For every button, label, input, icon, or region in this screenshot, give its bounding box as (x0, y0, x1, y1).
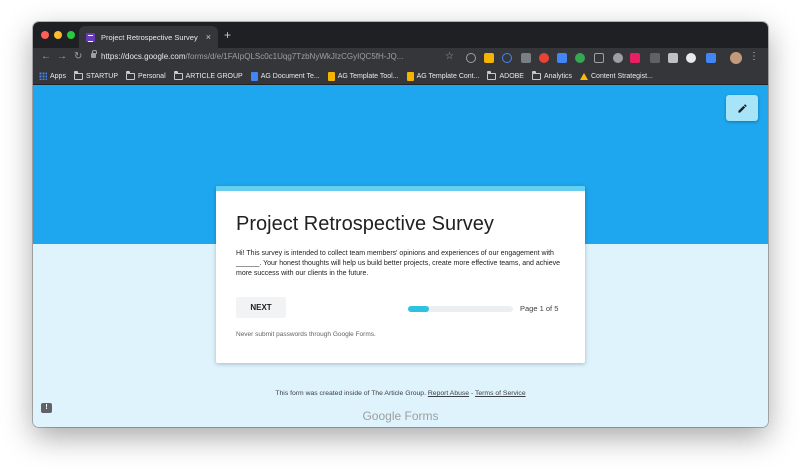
brand-google: Google (362, 409, 402, 423)
tab-strip: Project Retrospective Survey × + (33, 22, 768, 48)
pocket-extension-icon[interactable] (466, 53, 476, 63)
back-button[interactable]: ← (41, 51, 51, 62)
bookmark-analytics[interactable]: Analytics (531, 70, 572, 80)
form-footer: This form was created inside of The Arti… (33, 390, 768, 397)
google-slides-icon (406, 71, 414, 81)
url-path: /forms/d/e/1FAIpQLSc0c1Uqg7TzbNyWkJIzCGy… (185, 52, 404, 61)
browser-tab[interactable]: Project Retrospective Survey × (79, 26, 218, 48)
window-controls (41, 31, 75, 39)
tab-close-icon[interactable]: × (206, 32, 211, 42)
form-card: Project Retrospective Survey Hi! This su… (216, 186, 585, 363)
extension-icon[interactable] (575, 53, 585, 63)
terms-of-service-link[interactable]: Terms of Service (475, 390, 526, 397)
bookmark-label: ARTICLE GROUP (185, 72, 243, 80)
google-docs-icon (250, 71, 258, 81)
bookmark-ag-template-tool[interactable]: AG Template Tool... (327, 71, 399, 81)
google-slides-icon (327, 71, 335, 81)
apps-grid-icon (39, 72, 47, 80)
extension-icon[interactable] (630, 53, 640, 63)
bookmark-adobe[interactable]: ADOBE (487, 70, 524, 80)
form-page: Project Retrospective Survey Hi! This su… (33, 85, 768, 427)
edit-form-button[interactable] (726, 95, 758, 121)
lock-icon (91, 50, 97, 58)
bookmark-label: Analytics (543, 72, 572, 80)
bookmark-label: ADOBE (499, 72, 524, 80)
browser-toolbar: ← → ↻ https://docs.google.com/forms/d/e/… (33, 48, 768, 68)
folder-icon (531, 70, 541, 80)
extension-icon[interactable] (594, 53, 604, 63)
bookmark-label: STARTUP (85, 72, 118, 80)
form-description: Hi! This survey is intended to collect t… (236, 250, 561, 277)
bookmarks-bar: Apps STARTUP Personal ARTICLE GROUP AG D… (33, 68, 768, 85)
bookmark-label: AG Template Tool... (337, 72, 399, 80)
bookmark-label: Content Strategist... (591, 72, 653, 80)
card-accent-bar (216, 186, 585, 191)
new-tab-button[interactable]: + (224, 28, 231, 42)
google-forms-logo[interactable]: Google Forms (33, 409, 768, 423)
bookmark-ag-document[interactable]: AG Document Te... (250, 71, 320, 81)
next-button[interactable]: NEXT (236, 297, 286, 318)
browser-menu-icon[interactable]: ⋮ (749, 51, 759, 62)
bookmark-startup[interactable]: STARTUP (73, 70, 118, 80)
profile-avatar[interactable] (730, 52, 742, 64)
bookmark-label: Personal (138, 72, 166, 80)
bookmark-article-group[interactable]: ARTICLE GROUP (173, 70, 243, 80)
dropbox-extension-icon[interactable] (557, 53, 567, 63)
bookmark-personal[interactable]: Personal (126, 70, 166, 80)
extension-icon[interactable] (539, 53, 549, 63)
extension-icon[interactable] (668, 53, 678, 63)
maximize-window-button[interactable] (67, 31, 75, 39)
forward-button[interactable]: → (57, 51, 67, 62)
extension-icon[interactable] (521, 53, 531, 63)
bookmark-label: Apps (50, 72, 66, 80)
brand-forms: Forms (401, 409, 439, 423)
extension-icon[interactable] (706, 53, 716, 63)
feedback-icon[interactable]: ! (41, 403, 52, 413)
progress-bar (408, 306, 513, 312)
bookmark-label: AG Template Cont... (416, 72, 480, 80)
browser-window: Project Retrospective Survey × + ← → ↻ h… (33, 22, 768, 427)
reload-button[interactable]: ↻ (74, 51, 82, 62)
tab-title: Project Retrospective Survey (101, 32, 198, 42)
bookmark-content-strategist[interactable]: Content Strategist... (580, 72, 653, 80)
minimize-window-button[interactable] (54, 31, 62, 39)
folder-icon (173, 70, 183, 80)
folder-icon (73, 70, 83, 80)
folder-icon (487, 70, 497, 80)
bookmark-apps[interactable]: Apps (39, 72, 66, 80)
bookmark-label: AG Document Te... (260, 72, 320, 80)
report-abuse-link[interactable]: Report Abuse (428, 390, 469, 397)
extension-icon[interactable] (613, 53, 623, 63)
close-window-button[interactable] (41, 31, 49, 39)
google-forms-icon (86, 32, 95, 42)
folder-icon (126, 70, 135, 80)
extension-icon[interactable] (650, 53, 660, 63)
bookmark-star-icon[interactable]: ☆ (445, 51, 454, 62)
extension-icon[interactable] (686, 53, 696, 63)
form-title: Project Retrospective Survey (236, 213, 494, 235)
progress-fill (408, 306, 429, 312)
url-host: https://docs.google.com (101, 52, 186, 61)
extension-icon[interactable] (484, 53, 494, 63)
footer-prefix: This form was created inside of The Arti… (275, 390, 428, 397)
google-drive-icon (580, 72, 588, 80)
page-indicator: Page 1 of 5 (520, 304, 559, 313)
pencil-icon (737, 103, 747, 113)
bookmark-ag-template-cont[interactable]: AG Template Cont... (406, 71, 480, 81)
password-warning: Never submit passwords through Google Fo… (236, 331, 376, 338)
address-bar[interactable]: https://docs.google.com/forms/d/e/1FAIpQ… (101, 52, 403, 61)
extension-icon[interactable] (502, 53, 512, 63)
